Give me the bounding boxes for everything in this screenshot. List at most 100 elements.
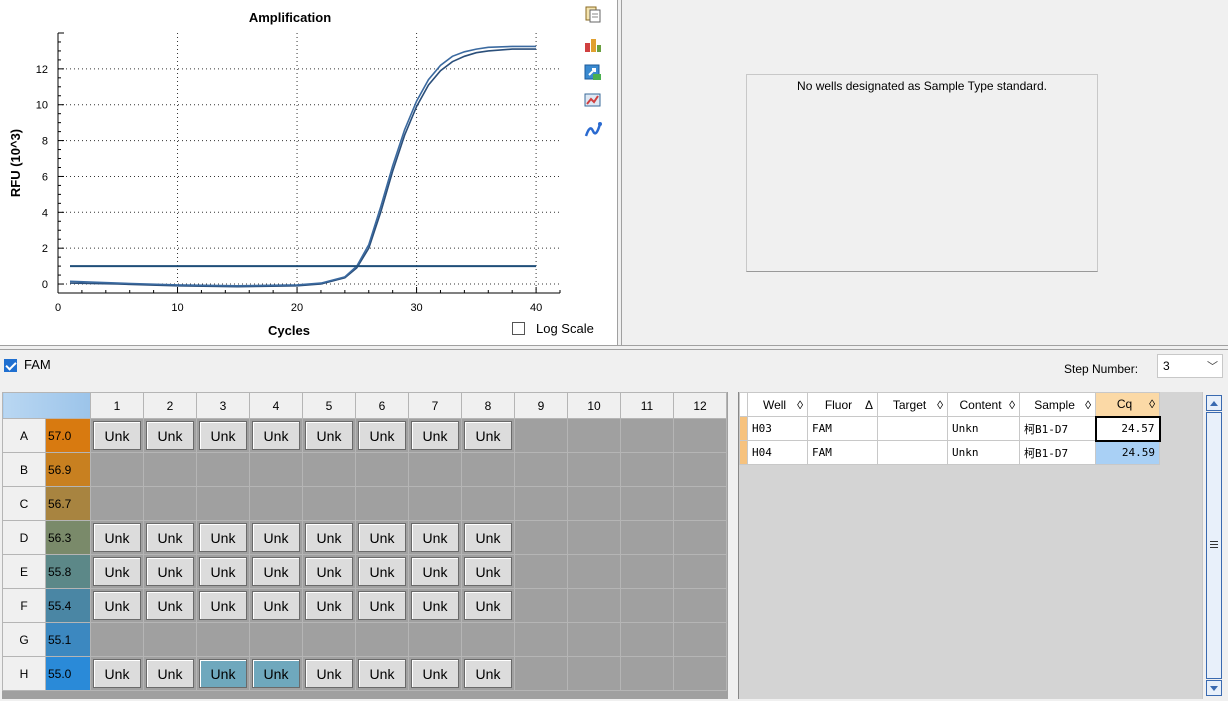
- plate-well[interactable]: [461, 452, 515, 487]
- plate-well[interactable]: [514, 554, 568, 589]
- plate-well[interactable]: Unk: [143, 520, 197, 555]
- plate-row-header[interactable]: F: [2, 588, 46, 623]
- plate-well[interactable]: [673, 520, 727, 555]
- plate-well[interactable]: [514, 486, 568, 521]
- plate-column-header[interactable]: 9: [514, 392, 568, 419]
- cell-fluor[interactable]: FAM: [807, 416, 878, 441]
- plate-well[interactable]: Unk: [408, 418, 462, 453]
- plate-well[interactable]: [355, 486, 409, 521]
- plate-well[interactable]: Unk: [143, 588, 197, 623]
- cell-sample[interactable]: 柯B1-D7: [1019, 416, 1096, 441]
- plate-column-header[interactable]: 5: [302, 392, 356, 419]
- trace-icon[interactable]: [583, 120, 603, 140]
- cell-fluor[interactable]: FAM: [807, 440, 878, 465]
- plate-well[interactable]: Unk: [143, 656, 197, 691]
- plate-well[interactable]: [408, 622, 462, 657]
- plate-well[interactable]: [673, 418, 727, 453]
- plate-well[interactable]: Unk: [196, 520, 250, 555]
- cell-well[interactable]: H04: [747, 440, 808, 465]
- plate-well[interactable]: Unk: [302, 588, 356, 623]
- cell-target[interactable]: [877, 440, 948, 465]
- plate-well[interactable]: [90, 622, 144, 657]
- column-header[interactable]: Cq ◊: [1095, 392, 1160, 417]
- plate-well[interactable]: Unk: [90, 588, 144, 623]
- plate-well[interactable]: Unk: [408, 520, 462, 555]
- plate-well[interactable]: [302, 622, 356, 657]
- plate-column-header[interactable]: 10: [567, 392, 621, 419]
- plate-well[interactable]: [249, 622, 303, 657]
- plate-well[interactable]: [673, 622, 727, 657]
- plate-well[interactable]: Unk: [461, 418, 515, 453]
- plate-well[interactable]: [620, 486, 674, 521]
- plate-row-header[interactable]: B: [2, 452, 46, 487]
- plate-well[interactable]: [461, 622, 515, 657]
- plate-well[interactable]: [408, 486, 462, 521]
- plate-well[interactable]: [673, 486, 727, 521]
- column-header[interactable]: Well ◊: [747, 392, 808, 417]
- plate-row-header[interactable]: H: [2, 656, 46, 691]
- plate-well[interactable]: Unk: [196, 554, 250, 589]
- plate-well[interactable]: Unk: [90, 656, 144, 691]
- plate-well[interactable]: [620, 656, 674, 691]
- plate-column-header[interactable]: 11: [620, 392, 674, 419]
- column-header[interactable]: Sample ◊: [1019, 392, 1096, 417]
- plate-corner[interactable]: [2, 392, 91, 419]
- scroll-up-button[interactable]: [1206, 395, 1222, 411]
- plate-well[interactable]: [196, 622, 250, 657]
- plate-well[interactable]: [620, 418, 674, 453]
- horizontal-splitter[interactable]: [0, 345, 1228, 350]
- row-selector[interactable]: [739, 440, 748, 465]
- plate-well[interactable]: Unk: [461, 554, 515, 589]
- plate-well[interactable]: [567, 554, 621, 589]
- cell-target[interactable]: [877, 416, 948, 441]
- plate-well[interactable]: [355, 622, 409, 657]
- plate-column-header[interactable]: 1: [90, 392, 144, 419]
- column-header[interactable]: Fluor Δ: [807, 392, 878, 417]
- plate-well[interactable]: [302, 486, 356, 521]
- plate-well[interactable]: Unk: [249, 588, 303, 623]
- amplification-plot[interactable]: 0 10 20 30 40 0 2 4 6 8 10 12 Cycles RFU (10^3): [0, 0, 580, 345]
- plate-well[interactable]: Unk: [196, 656, 250, 691]
- plate-well[interactable]: [355, 452, 409, 487]
- plate-well[interactable]: Unk: [249, 554, 303, 589]
- plate-well[interactable]: [620, 622, 674, 657]
- plate-well[interactable]: Unk: [461, 656, 515, 691]
- plate-column-header[interactable]: 7: [408, 392, 462, 419]
- fam-checkbox[interactable]: [4, 359, 17, 372]
- column-header[interactable]: Target ◊: [877, 392, 948, 417]
- copy-icon[interactable]: [583, 4, 603, 24]
- cell-well[interactable]: H03: [747, 416, 808, 441]
- plate-column-header[interactable]: 3: [196, 392, 250, 419]
- plate-well[interactable]: Unk: [90, 520, 144, 555]
- plate-well[interactable]: [514, 452, 568, 487]
- plate-well[interactable]: Unk: [355, 554, 409, 589]
- plate-well[interactable]: Unk: [302, 418, 356, 453]
- cell-cq[interactable]: 24.59: [1095, 440, 1160, 465]
- plate-column-header[interactable]: 12: [673, 392, 727, 419]
- table-row[interactable]: H04 FAM Unkn 柯B1-D7 24.59: [739, 440, 1160, 465]
- plate-well[interactable]: Unk: [408, 588, 462, 623]
- plate-well[interactable]: [249, 452, 303, 487]
- plate-well[interactable]: [673, 452, 727, 487]
- scroll-down-button[interactable]: [1206, 680, 1222, 696]
- plate-column-header[interactable]: 8: [461, 392, 515, 419]
- cell-sample[interactable]: 柯B1-D7: [1019, 440, 1096, 465]
- plate-well[interactable]: Unk: [408, 554, 462, 589]
- plate-well[interactable]: [673, 656, 727, 691]
- plate-column-header[interactable]: 4: [249, 392, 303, 419]
- cell-content[interactable]: Unkn: [947, 440, 1020, 465]
- plate-row-header[interactable]: A: [2, 418, 46, 453]
- plate-well[interactable]: [567, 656, 621, 691]
- plate-well[interactable]: Unk: [196, 588, 250, 623]
- plate-well[interactable]: [567, 418, 621, 453]
- plate-well[interactable]: Unk: [90, 554, 144, 589]
- export-icon[interactable]: [583, 62, 603, 82]
- cell-cq[interactable]: 24.57: [1094, 415, 1161, 442]
- plate-well[interactable]: [196, 486, 250, 521]
- column-header[interactable]: Content ◊: [947, 392, 1020, 417]
- image-icon[interactable]: [583, 90, 603, 110]
- plate-row-header[interactable]: E: [2, 554, 46, 589]
- results-scrollbar[interactable]: [1202, 392, 1227, 699]
- plate-column-header[interactable]: 6: [355, 392, 409, 419]
- plate-well[interactable]: [620, 588, 674, 623]
